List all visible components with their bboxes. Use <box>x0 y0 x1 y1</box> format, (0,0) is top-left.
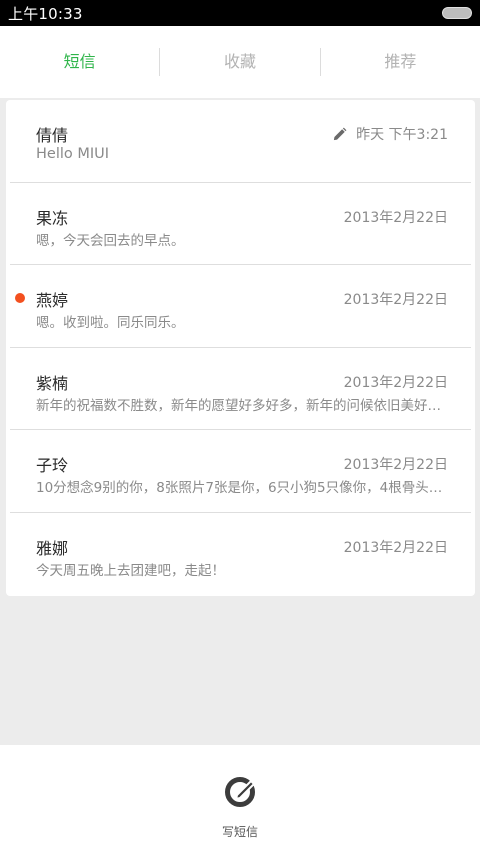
conversation-row[interactable]: 子玲 2013年2月22日 10分想念9别的你，8张照片7张是你，6只小狗5只像… <box>10 430 471 513</box>
status-bar: 上午10:33 <box>0 0 480 26</box>
status-time: 上午10:33 <box>8 4 83 23</box>
conversation-date: 昨天 下午3:21 <box>332 124 448 144</box>
tab-messages[interactable]: 短信 <box>0 26 159 98</box>
tab-bar: 短信 收藏 推荐 <box>0 26 480 98</box>
battery-icon <box>442 7 472 19</box>
conversation-date: 2013年2月22日 <box>343 457 448 473</box>
message-preview: 嗯，今天会回去的早点。 <box>36 232 185 249</box>
conversation-date: 2013年2月22日 <box>343 374 448 391</box>
message-preview: 新年的祝福数不胜数，新年的愿望好多好多，新年的问候依旧美好… <box>36 397 441 414</box>
compose-label: 写短信 <box>221 825 258 839</box>
contact-name: 紫楠 <box>36 373 69 393</box>
conversation-row[interactable]: 果冻 2013年2月22日 嗯，今天会回去的早点。 <box>10 183 471 265</box>
conversation-date: 2013年2月22日 <box>343 292 448 308</box>
contact-name: 倩倩 <box>36 126 69 145</box>
conversation-row[interactable]: 紫楠 2013年2月22日 新年的祝福数不胜数，新年的愿望好多好多，新年的问候依… <box>10 348 471 430</box>
compose-icon <box>224 777 256 807</box>
tab-recommended[interactable]: 推荐 <box>321 26 480 98</box>
message-preview: 今天周五晚上去团建吧，走起！ <box>36 562 225 579</box>
contact-name: 燕婷 <box>36 291 69 310</box>
message-preview: 嗯。收到啦。同乐同乐。 <box>36 315 185 331</box>
conversation-row[interactable]: 雅娜 2013年2月22日 今天周五晚上去团建吧，走起！ <box>10 513 471 596</box>
tab-favorites[interactable]: 收藏 <box>160 26 319 98</box>
date-text: 昨天 下午3:21 <box>356 127 448 143</box>
pencil-icon <box>333 127 347 140</box>
bottom-bar: 写短信 <box>0 745 480 853</box>
unread-indicator <box>15 293 25 303</box>
conversation-date: 2013年2月22日 <box>343 209 448 226</box>
contact-name: 雅娜 <box>36 538 69 558</box>
contact-name: 子玲 <box>36 456 69 475</box>
conversation-date: 2013年2月22日 <box>343 539 448 556</box>
compose-button[interactable]: 写短信 <box>222 745 258 840</box>
conversation-list: 倩倩 昨天 下午3:21 Hello MIUI 果冻 2013年2月22日 嗯，… <box>6 100 475 596</box>
conversation-row[interactable]: 燕婷 2013年2月22日 嗯。收到啦。同乐同乐。 <box>10 265 471 348</box>
message-preview: Hello MIUI <box>36 146 110 162</box>
contact-name: 果冻 <box>36 208 69 228</box>
conversation-row[interactable]: 倩倩 昨天 下午3:21 Hello MIUI <box>10 100 471 183</box>
message-preview: 10分想念9别的你，8张照片7张是你，6只小狗5只像你，4根骨头… <box>36 480 443 496</box>
